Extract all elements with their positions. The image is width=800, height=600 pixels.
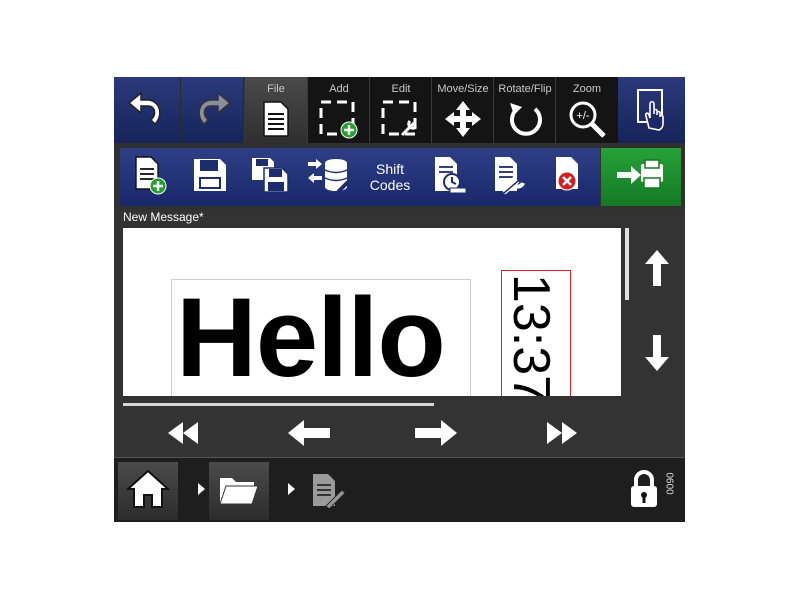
file-toolbar: Shift Codes [114,143,685,209]
svg-text:+/-: +/- [576,110,589,122]
lock-icon [628,469,660,513]
tab-zoom[interactable]: Zoom +/- [555,77,618,143]
send-to-printer-button[interactable] [601,148,681,206]
file-delete-icon [553,155,587,199]
message-name: New Message* [123,210,204,224]
message-browser-button[interactable] [209,462,269,520]
vertical-scrollbar[interactable] [625,228,629,300]
shift-codes-label-line1: Shift [375,161,404,177]
redo-button[interactable] [181,77,243,143]
shift-codes-button[interactable]: Shift Codes [360,148,420,206]
shift-codes-label-line2: Codes [369,177,411,193]
home-button[interactable] [118,462,178,520]
scroll-right-button[interactable] [406,415,466,455]
database-transfer-icon [308,156,352,198]
tab-file[interactable]: File [244,77,307,143]
save-icon [192,157,228,197]
lock-button[interactable] [619,462,669,520]
scroll-up-button[interactable] [634,242,680,298]
touch-mode-button[interactable] [618,77,685,143]
version-label: 0090 [665,472,677,495]
message-canvas[interactable]: Hello 13:37 [123,228,621,396]
tab-add-label: Add [329,83,349,95]
printer-ui: File Add Edit Move/Size Rotate/Flip Zoom… [114,77,685,522]
undo-button[interactable] [114,77,180,143]
arrow-up-icon [644,249,670,291]
horizontal-scrollbar[interactable] [123,403,434,406]
tab-add[interactable]: Add [307,77,370,143]
message-timing-button[interactable] [420,148,480,206]
time-field-content: 13:37 [502,273,561,396]
file-icon [245,99,307,139]
double-arrow-right-icon [544,421,578,449]
scroll-down-button[interactable] [634,327,680,383]
tab-move-size-label: Move/Size [437,83,489,95]
home-icon [125,469,171,513]
save-as-icon [250,156,290,198]
bottom-navigation-bar: 0090 [114,457,685,522]
time-field-object[interactable]: 13:37 [501,270,571,396]
tab-rotate-flip-label: Rotate/Flip [498,83,552,95]
save-as-button[interactable] [240,148,300,206]
message-properties-button[interactable] [480,148,540,206]
new-message-button[interactable] [120,148,180,206]
add-object-icon [308,99,370,139]
edit-object-icon [370,99,432,139]
save-button[interactable] [180,148,240,206]
move-icon [432,99,494,139]
text-field-object[interactable]: Hello [171,279,471,396]
scroll-fast-right-button[interactable] [531,415,591,455]
tab-rotate-flip[interactable]: Rotate/Flip [493,77,556,143]
text-field-content: Hello [176,279,446,396]
scroll-fast-left-button[interactable] [154,415,214,455]
new-file-icon [133,155,167,199]
shift-codes-label: Shift Codes [370,161,410,193]
data-source-button[interactable] [300,148,360,206]
send-to-printer-icon [615,158,667,196]
folder-icon [218,472,260,510]
redo-icon [181,85,243,135]
scroll-left-button[interactable] [279,415,339,455]
breadcrumb-separator-icon [288,483,295,495]
arrow-down-icon [644,334,670,376]
file-wrench-icon [492,155,528,199]
double-arrow-left-icon [167,421,201,449]
close-message-button[interactable] [540,148,600,206]
message-editor-crumb-icon[interactable] [310,472,346,512]
top-toolbar: File Add Edit Move/Size Rotate/Flip Zoom… [114,77,685,143]
tab-file-label: File [267,83,285,95]
tab-edit[interactable]: Edit [369,77,432,143]
arrow-right-icon [414,419,458,451]
tab-zoom-label: Zoom [572,83,602,95]
tab-move-size[interactable]: Move/Size [431,77,494,143]
rotate-icon [494,99,556,139]
touch-hand-icon [618,85,685,135]
undo-icon [114,85,180,135]
tab-edit-label: Edit [391,83,411,95]
zoom-icon: +/- [556,99,618,139]
file-clock-icon [432,155,468,199]
arrow-left-icon [287,419,331,451]
breadcrumb-separator-icon [198,483,205,495]
